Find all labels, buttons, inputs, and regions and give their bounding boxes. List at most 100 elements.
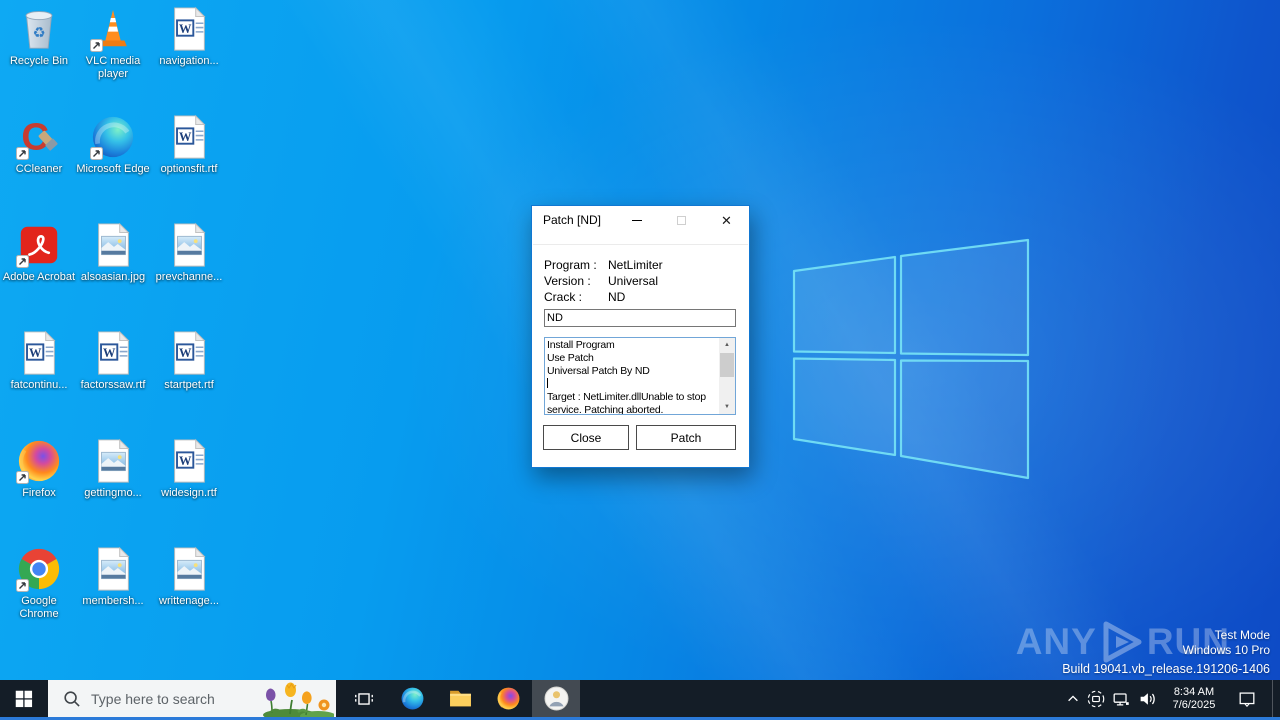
ccleaner-icon [16,114,62,160]
desktop-icon-startpet[interactable]: startpet.rtf [152,330,226,392]
taskbar-patch-app-button[interactable] [532,680,580,717]
taskbar-clock[interactable]: 8:34 AM 7/6/2025 [1164,686,1224,712]
tray-overflow-button[interactable] [1063,680,1083,717]
log-line: Install Program [547,339,718,352]
crack-label: Crack : [544,290,583,304]
taskbar-edge-button[interactable] [388,680,436,717]
windows-start-icon [15,690,33,707]
close-button[interactable]: Close [543,425,629,450]
anyrun-watermark: ANY RUN Test Mode Windows 10 Pro Build 1… [1010,610,1270,678]
close-window-button[interactable]: ✕ [704,206,749,234]
field-program: Program : NetLimiter [544,257,663,273]
speaker-icon [1140,692,1155,705]
crack-name-input[interactable] [544,309,736,327]
shortcut-arrow-icon [16,255,29,268]
dialog-separator [533,244,748,245]
text-caret [547,378,548,388]
desktop-icon-acrobat[interactable]: Adobe Acrobat [2,222,76,284]
desktop-icon-label: Firefox [22,487,56,499]
test-mode-label: Test Mode [1214,628,1270,642]
desktop: Recycle Bin VLC media player navigation.… [0,0,1280,720]
acrobat-icon [16,222,62,268]
image-file-icon [90,546,136,592]
patch-log-textbox[interactable]: Install Program Use Patch Universal Patc… [544,337,736,415]
shortcut-arrow-icon [16,471,29,484]
log-scrollbar[interactable]: ▲ ▼ [719,338,735,414]
chevron-up-icon [1068,694,1078,701]
desktop-icon-optionsfit[interactable]: optionsfit.rtf [152,114,226,176]
taskbar-firefox-button[interactable] [484,680,532,717]
firefox-icon [496,686,521,711]
scrollbar-thumb[interactable] [720,353,734,377]
anyrun-play-icon [1103,621,1142,663]
image-file-icon [90,222,136,268]
patch-app-avatar-icon [544,686,569,711]
scroll-up-button[interactable]: ▲ [719,338,735,352]
desktop-icon-label: VLC media player [85,55,141,80]
search-highlight-flowers-image[interactable] [260,681,334,717]
desktop-icon-firefox[interactable]: Firefox [2,438,76,500]
desktop-icon-label: widesign.rtf [161,487,217,499]
desktop-icon-membersh[interactable]: membersh... [76,546,150,608]
dialog-title: Patch [ND] [543,213,602,227]
crack-value: ND [608,290,626,304]
image-file-icon [166,546,212,592]
windows-mode-text: Test Mode Windows 10 Pro [1183,628,1270,658]
desktop-icon-writtenage[interactable]: writtenage... [152,546,226,608]
taskbar-apps [340,680,580,717]
desktop-icon-label: optionsfit.rtf [160,163,218,175]
patch-button[interactable]: Patch [636,425,736,450]
desktop-icon-vlc[interactable]: VLC media player [76,6,150,81]
shortcut-arrow-icon [90,39,103,52]
anyrun-logo: ANY RUN [1016,619,1230,665]
version-label: Version : [544,274,591,288]
desktop-icon-label: Recycle Bin [9,55,69,67]
edge-icon [400,686,425,711]
taskbar-explorer-button[interactable] [436,680,484,717]
minimize-icon [631,219,642,221]
word-document-icon [166,438,212,484]
tray-network-button[interactable] [1108,680,1134,717]
field-crack: Crack : ND [544,289,663,305]
task-view-button[interactable] [340,680,388,717]
action-center-icon [1239,691,1255,707]
desktop-icon-label: Microsoft Edge [76,163,150,175]
start-button[interactable] [0,680,48,717]
desktop-icon-alsoasian[interactable]: alsoasian.jpg [76,222,150,284]
show-desktop-button[interactable] [1272,680,1280,717]
desktop-icon-recycle-bin[interactable]: Recycle Bin [2,6,76,68]
desktop-icon-prevchanne[interactable]: prevchanne... [152,222,226,284]
log-line [547,378,718,391]
desktop-icon-navigation[interactable]: navigation... [152,6,226,68]
action-center-button[interactable] [1232,680,1262,717]
close-icon: ✕ [721,212,732,228]
desktop-icon-fatcontinu[interactable]: fatcontinu... [2,330,76,392]
windows-edition-label: Windows 10 Pro [1182,643,1270,657]
scroll-down-button[interactable]: ▼ [719,400,735,414]
taskbar-search[interactable] [48,680,336,717]
shortcut-arrow-icon [90,147,103,160]
desktop-icon-gettingmo[interactable]: gettingmo... [76,438,150,500]
desktop-icon-label: membersh... [82,595,144,607]
tray-volume-button[interactable] [1134,680,1160,717]
word-document-icon [166,114,212,160]
dialog-titlebar[interactable]: Patch [ND] ✕ [532,206,749,234]
desktop-icon-ccleaner[interactable]: CCleaner [2,114,76,176]
desktop-icon-widesign[interactable]: widesign.rtf [152,438,226,500]
log-line: service. Patching aborted. [547,404,718,414]
program-value: NetLimiter [608,258,663,272]
shortcut-arrow-icon [16,147,29,160]
desktop-icon-chrome[interactable]: Google Chrome [2,546,76,621]
desktop-icon-edge[interactable]: Microsoft Edge [76,114,150,176]
search-input[interactable] [91,690,251,707]
image-file-icon [166,222,212,268]
desktop-icon-grid: Recycle Bin VLC media player navigation.… [2,0,232,660]
tray-capture-button[interactable] [1083,680,1108,717]
minimize-button[interactable] [614,206,659,234]
program-label: Program : [544,258,597,272]
maximize-icon [677,215,686,225]
system-tray: 8:34 AM 7/6/2025 [1063,680,1280,717]
desktop-icon-factorssaw[interactable]: factorssaw.rtf [76,330,150,392]
desktop-icon-label: fatcontinu... [10,379,68,391]
network-icon [1113,692,1129,706]
